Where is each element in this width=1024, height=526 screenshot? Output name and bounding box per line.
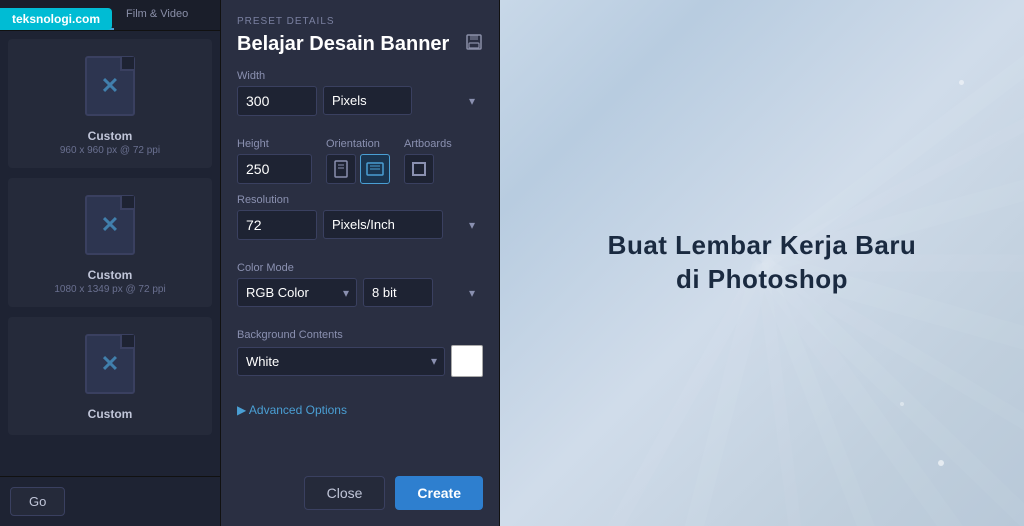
advanced-options-toggle[interactable]: ▶ Advanced Options: [237, 403, 483, 417]
preset-label-1: Custom: [88, 129, 133, 143]
dialog-bottom-buttons: Close Create: [237, 476, 483, 510]
preset-sub-2: 1080 x 1349 px @ 72 ppi: [54, 284, 165, 295]
orientation-label: Orientation: [326, 138, 390, 150]
bg-contents-row: White Black Transparent: [237, 345, 483, 377]
height-orient-row: Height Orientation Artboards: [237, 138, 483, 184]
orientation-section: Orientation: [326, 138, 390, 184]
x-mark-1: ✕: [101, 73, 119, 99]
artboard-square-icon: [412, 162, 426, 176]
go-button[interactable]: Go: [10, 487, 65, 516]
preset-card-1[interactable]: ✕ Custom 960 x 960 px @ 72 ppi: [8, 39, 212, 168]
doc-icon-2: ✕: [85, 195, 135, 255]
width-section: Width Pixels Inches Centimeters: [237, 70, 483, 128]
artboards-label: Artboards: [404, 138, 452, 150]
artboard-toggle-btn[interactable]: [404, 154, 434, 184]
preset-icon-3: ✕: [80, 329, 140, 399]
orientation-buttons: [326, 154, 390, 184]
color-mode-select[interactable]: RGB Color CMYK Color Grayscale: [237, 278, 357, 307]
x-mark-3: ✕: [101, 351, 119, 377]
preset-card-3[interactable]: ✕ Custom: [8, 317, 212, 435]
preset-icon-1: ✕: [80, 51, 140, 121]
advanced-chevron-icon: ▶: [237, 403, 246, 417]
color-depth-wrapper: 8 bit 16 bit 32 bit: [363, 278, 483, 307]
bg-contents-section: Background Contents White Black Transpar…: [237, 329, 483, 389]
dot-1: [938, 460, 944, 466]
preset-icon-2: ✕: [80, 190, 140, 260]
resolution-unit-select[interactable]: Pixels/Inch Pixels/Centimeter: [323, 210, 443, 239]
dot-2: [900, 402, 904, 406]
save-preset-icon[interactable]: [465, 33, 483, 56]
dot-3: [959, 80, 964, 85]
create-button[interactable]: Create: [395, 476, 483, 510]
resolution-input-row: Pixels/Inch Pixels/Centimeter: [237, 210, 483, 240]
resolution-input[interactable]: [237, 210, 317, 240]
preset-sub-1: 960 x 960 px @ 72 ppi: [60, 145, 160, 156]
tab-film[interactable]: Film & Video: [114, 0, 200, 30]
color-mode-wrapper: RGB Color CMYK Color Grayscale: [237, 278, 357, 307]
landscape-btn[interactable]: [360, 154, 390, 184]
unit-select[interactable]: Pixels Inches Centimeters: [323, 86, 412, 115]
preset-title-row: Belajar Desain Banner: [237, 33, 483, 56]
portrait-btn[interactable]: [326, 154, 356, 184]
new-document-dialog: PRESET DETAILS Belajar Desain Banner Wid…: [220, 0, 500, 526]
width-input-row: Pixels Inches Centimeters: [237, 86, 483, 116]
color-mode-section: Color Mode RGB Color CMYK Color Grayscal…: [237, 262, 483, 319]
bg-color-swatch[interactable]: [451, 345, 483, 377]
preset-details-label: PRESET DETAILS: [237, 16, 483, 27]
dialog-title: Belajar Desain Banner: [237, 33, 449, 56]
right-text-block: Buat Lembar Kerja Barudi Photoshop: [608, 229, 917, 297]
height-section: Height: [237, 138, 312, 184]
bottom-left-buttons: Go: [0, 476, 220, 526]
color-mode-label: Color Mode: [237, 262, 483, 274]
close-button[interactable]: Close: [304, 476, 386, 510]
bg-contents-label: Background Contents: [237, 329, 483, 341]
advanced-options-label: Advanced Options: [249, 403, 347, 417]
left-panel: teksnologi.com Art &... Mobile Film & Vi…: [0, 0, 220, 526]
preset-label-3: Custom: [88, 407, 133, 421]
color-mode-row: RGB Color CMYK Color Grayscale 8 bit 16 …: [237, 278, 483, 307]
resolution-unit-wrapper: Pixels/Inch Pixels/Centimeter: [323, 210, 483, 240]
bg-select-wrapper: White Black Transparent: [237, 347, 445, 376]
preset-list: ✕ Custom 960 x 960 px @ 72 ppi ✕ Custom …: [0, 31, 220, 476]
bg-select[interactable]: White Black Transparent: [237, 347, 445, 376]
preset-card-2[interactable]: ✕ Custom 1080 x 1349 px @ 72 ppi: [8, 178, 212, 307]
x-mark-2: ✕: [101, 212, 119, 238]
height-label: Height: [237, 138, 312, 150]
width-input[interactable]: [237, 86, 317, 116]
artboards-section: Artboards: [404, 138, 452, 184]
brand-tag: teksnologi.com: [0, 8, 112, 30]
color-depth-select[interactable]: 8 bit 16 bit 32 bit: [363, 278, 433, 307]
resolution-section: Resolution Pixels/Inch Pixels/Centimeter: [237, 194, 483, 252]
doc-icon-3: ✕: [85, 334, 135, 394]
preset-label-2: Custom: [88, 268, 133, 282]
width-label: Width: [237, 70, 483, 82]
doc-icon-1: ✕: [85, 56, 135, 116]
resolution-label: Resolution: [237, 194, 483, 206]
right-heading: Buat Lembar Kerja Barudi Photoshop: [608, 229, 917, 297]
right-panel: Buat Lembar Kerja Barudi Photoshop: [500, 0, 1024, 526]
height-input[interactable]: [237, 154, 312, 184]
unit-select-wrapper: Pixels Inches Centimeters: [323, 86, 483, 116]
